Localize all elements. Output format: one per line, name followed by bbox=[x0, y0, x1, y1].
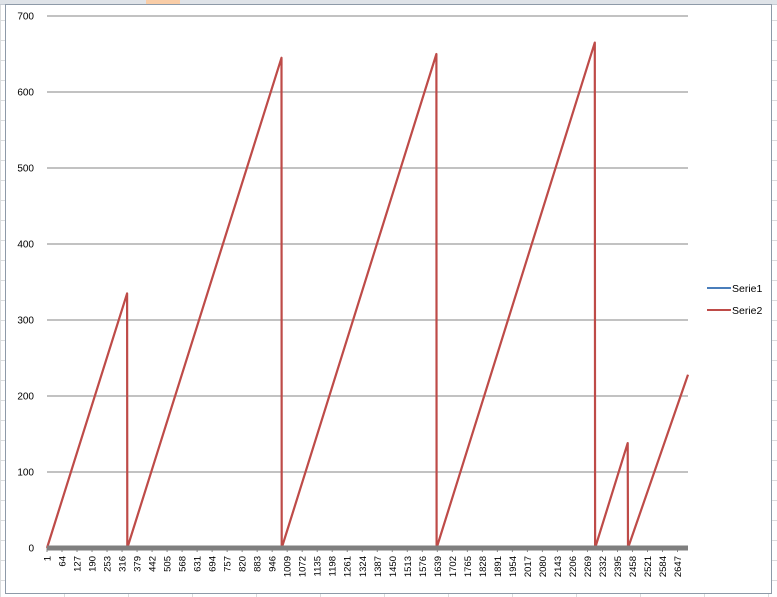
x-tick-label: 442 bbox=[148, 556, 159, 572]
x-tick-label: 1198 bbox=[328, 556, 339, 576]
x-tick-label: 946 bbox=[268, 556, 279, 572]
x-tick-label: 1450 bbox=[388, 556, 399, 577]
y-axis-tick-labels: 0 100 200 300 400 500 600 700 bbox=[17, 12, 34, 555]
x-tick-label: 2584 bbox=[658, 556, 669, 577]
x-tick-label: 253 bbox=[103, 556, 114, 572]
gridlines bbox=[47, 15, 688, 473]
x-tick-label: 1 bbox=[43, 556, 54, 561]
x-tick-label: 1324 bbox=[358, 556, 369, 577]
x-tick-label: 694 bbox=[208, 556, 219, 572]
x-tick-label: 1009 bbox=[283, 556, 294, 577]
x-tick-label: 1576 bbox=[418, 556, 429, 577]
x-tick-label: 2395 bbox=[613, 556, 624, 577]
x-tick-label: 1135 bbox=[313, 556, 324, 576]
y-tick-label: 100 bbox=[17, 468, 34, 479]
x-tick-label: 1954 bbox=[508, 556, 519, 577]
x-tick-label: 1387 bbox=[373, 556, 384, 577]
x-axis-tick-labels: 1 64 127 190 253 316 379 442 505 568 631 694 757 820 8… bbox=[43, 548, 684, 577]
x-tick-label: 1765 bbox=[463, 556, 474, 577]
x-tick-label: 190 bbox=[88, 556, 99, 572]
y-tick-label: 700 bbox=[17, 12, 34, 23]
x-tick-label: 1261 bbox=[343, 556, 354, 577]
x-tick-label: 2458 bbox=[628, 556, 639, 577]
y-tick-label: 500 bbox=[17, 164, 34, 175]
y-tick-label: 0 bbox=[28, 544, 34, 555]
x-tick-label: 64 bbox=[58, 556, 69, 567]
y-tick-label: 600 bbox=[17, 88, 34, 99]
x-tick-label: 1891 bbox=[493, 556, 504, 577]
y-tick-label: 300 bbox=[17, 316, 34, 327]
y-tick-label: 400 bbox=[17, 240, 34, 251]
x-tick-label: 568 bbox=[178, 556, 189, 572]
legend: Serie1 Serie2 bbox=[707, 283, 763, 317]
x-tick-label: 631 bbox=[193, 556, 204, 572]
x-tick-label: 379 bbox=[133, 556, 144, 572]
y-tick-label: 200 bbox=[17, 392, 34, 403]
line-chart: 0 100 200 300 400 500 600 700 1 64 127 190 253 316 37… bbox=[17, 12, 763, 578]
x-tick-label: 1828 bbox=[478, 556, 489, 577]
x-tick-label: 2647 bbox=[673, 556, 684, 577]
x-tick-label: 820 bbox=[238, 556, 249, 572]
x-tick-label: 1702 bbox=[448, 556, 459, 577]
x-tick-label: 127 bbox=[73, 556, 84, 572]
x-tick-label: 2206 bbox=[568, 556, 579, 577]
x-tick-label: 2521 bbox=[643, 556, 654, 577]
legend-label-serie2: Serie2 bbox=[732, 305, 763, 317]
x-tick-label: 505 bbox=[163, 556, 174, 572]
x-tick-label: 1513 bbox=[403, 556, 414, 577]
x-tick-label: 2017 bbox=[523, 556, 534, 577]
x-tick-label: 2080 bbox=[538, 556, 549, 577]
x-tick-label: 1639 bbox=[433, 556, 444, 577]
x-tick-label: 1072 bbox=[298, 556, 309, 577]
x-tick-label: 2269 bbox=[583, 556, 594, 577]
x-tick-label: 757 bbox=[223, 556, 234, 572]
x-tick-label: 316 bbox=[118, 556, 129, 572]
legend-label-serie1: Serie1 bbox=[732, 283, 763, 295]
x-tick-label: 2332 bbox=[598, 556, 609, 577]
x-tick-label: 2143 bbox=[553, 556, 564, 577]
x-tick-label: 883 bbox=[253, 556, 264, 572]
